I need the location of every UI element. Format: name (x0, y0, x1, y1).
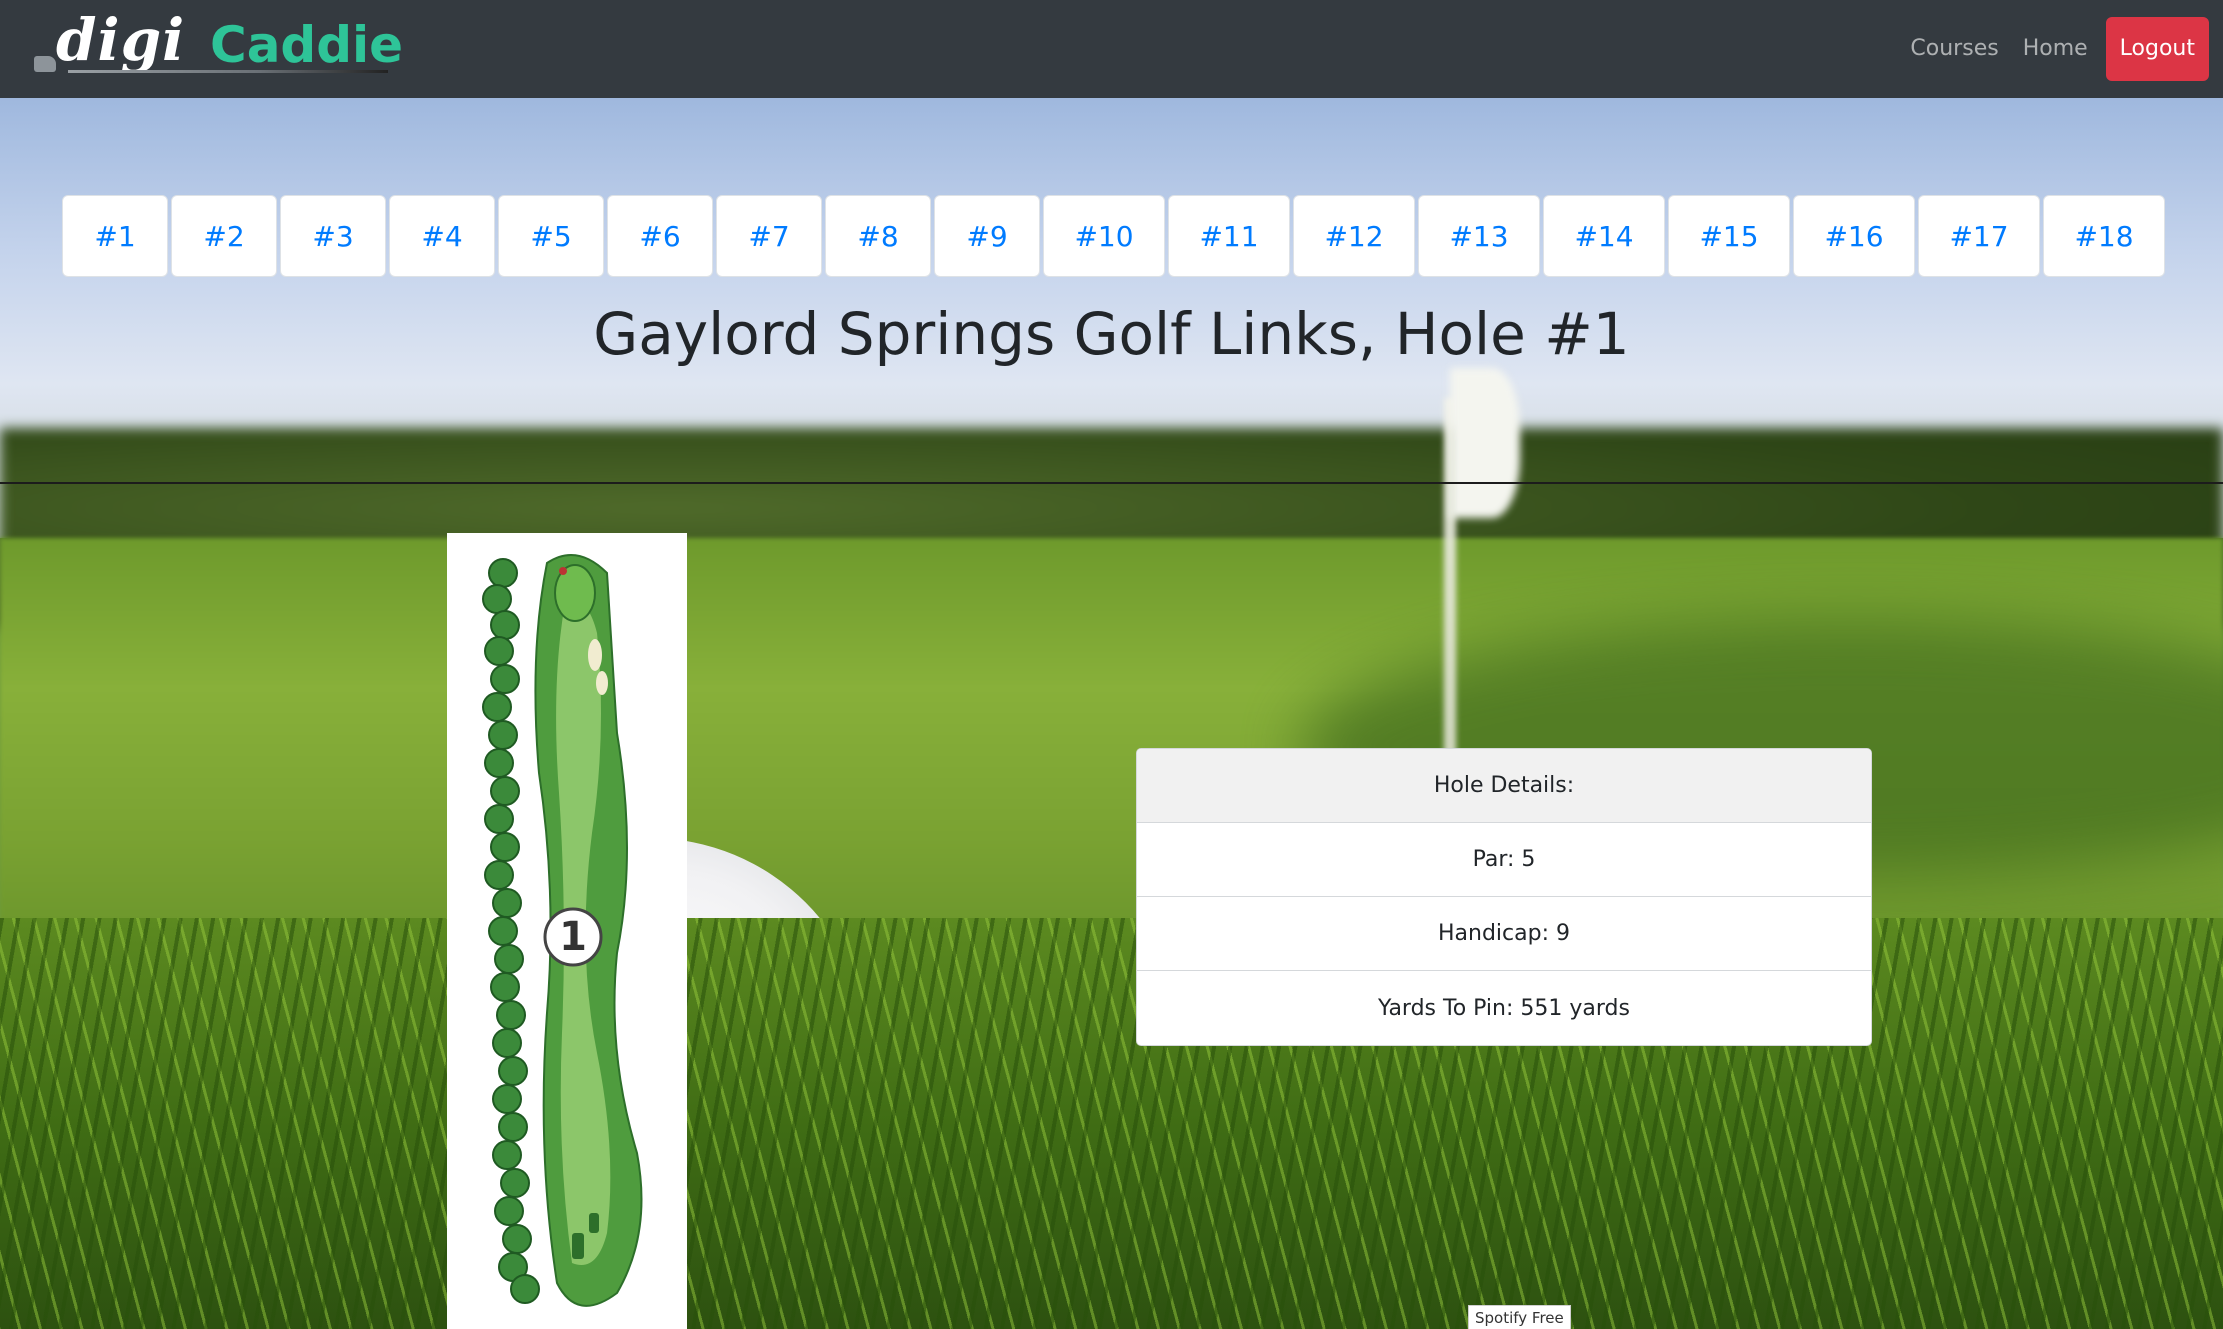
hole-link-15[interactable]: #15 (1668, 195, 1790, 277)
nav-link-courses[interactable]: Courses (1898, 17, 2010, 81)
spotify-free-badge[interactable]: Spotify Free (1468, 1305, 1571, 1329)
tee-box (572, 1233, 584, 1259)
nav-links: Courses Home Logout (1898, 17, 2209, 81)
hole-yards-to-pin: Yards To Pin: 551 yards (1378, 995, 1630, 1021)
bunker (596, 671, 608, 695)
background-image (0, 98, 2223, 1329)
brand-text-caddie: Caddie (210, 16, 404, 74)
hole-pagination: #1 #2 #3 #4 #5 #6 #7 #8 #9 #10 #11 #12 #… (62, 195, 2168, 277)
hole-link-17[interactable]: #17 (1918, 195, 2040, 277)
hole-link-10[interactable]: #10 (1043, 195, 1165, 277)
hole-link-1[interactable]: #1 (62, 195, 168, 277)
hole-link-8[interactable]: #8 (825, 195, 931, 277)
hole-link-18[interactable]: #18 (2043, 195, 2165, 277)
brand-underline (68, 70, 388, 73)
brand-logo[interactable]: digi Caddie (30, 6, 410, 80)
header-divider (0, 482, 2223, 484)
tree-line (482, 558, 540, 1304)
hole-link-4[interactable]: #4 (389, 195, 495, 277)
hole-link-2[interactable]: #2 (171, 195, 277, 277)
bunker (588, 639, 602, 671)
flag (1450, 368, 1520, 518)
hole-details-card: Hole Details: Par: 5 Handicap: 9 Yards T… (1136, 748, 1872, 1046)
tee-box (589, 1213, 599, 1233)
pin (559, 567, 567, 575)
logout-button[interactable]: Logout (2105, 17, 2209, 81)
hole-link-13[interactable]: #13 (1418, 195, 1540, 277)
hole-handicap: Handicap: 9 (1137, 897, 1871, 971)
brand-text-digi: digi (56, 6, 186, 74)
hole-link-14[interactable]: #14 (1543, 195, 1665, 277)
hole-layout-map: 1 (447, 533, 687, 1329)
hole-number-label: 1 (559, 914, 587, 960)
hole-link-11[interactable]: #11 (1168, 195, 1290, 277)
hole-par: Par: 5 (1137, 823, 1871, 897)
hole-link-16[interactable]: #16 (1793, 195, 1915, 277)
golf-club-icon (34, 56, 56, 72)
page-title: Gaylord Springs Golf Links, Hole #1 (593, 300, 1630, 368)
hole-link-7[interactable]: #7 (716, 195, 822, 277)
hole-link-6[interactable]: #6 (607, 195, 713, 277)
navbar: digi Caddie Courses Home Logout (0, 0, 2223, 98)
hole-link-5[interactable]: #5 (498, 195, 604, 277)
hole-link-9[interactable]: #9 (934, 195, 1040, 277)
hole-link-3[interactable]: #3 (280, 195, 386, 277)
background-grass (0, 918, 2223, 1329)
hole-link-12[interactable]: #12 (1293, 195, 1415, 277)
nav-link-home[interactable]: Home (2011, 17, 2100, 81)
hole-details-header: Hole Details: (1137, 749, 1871, 823)
